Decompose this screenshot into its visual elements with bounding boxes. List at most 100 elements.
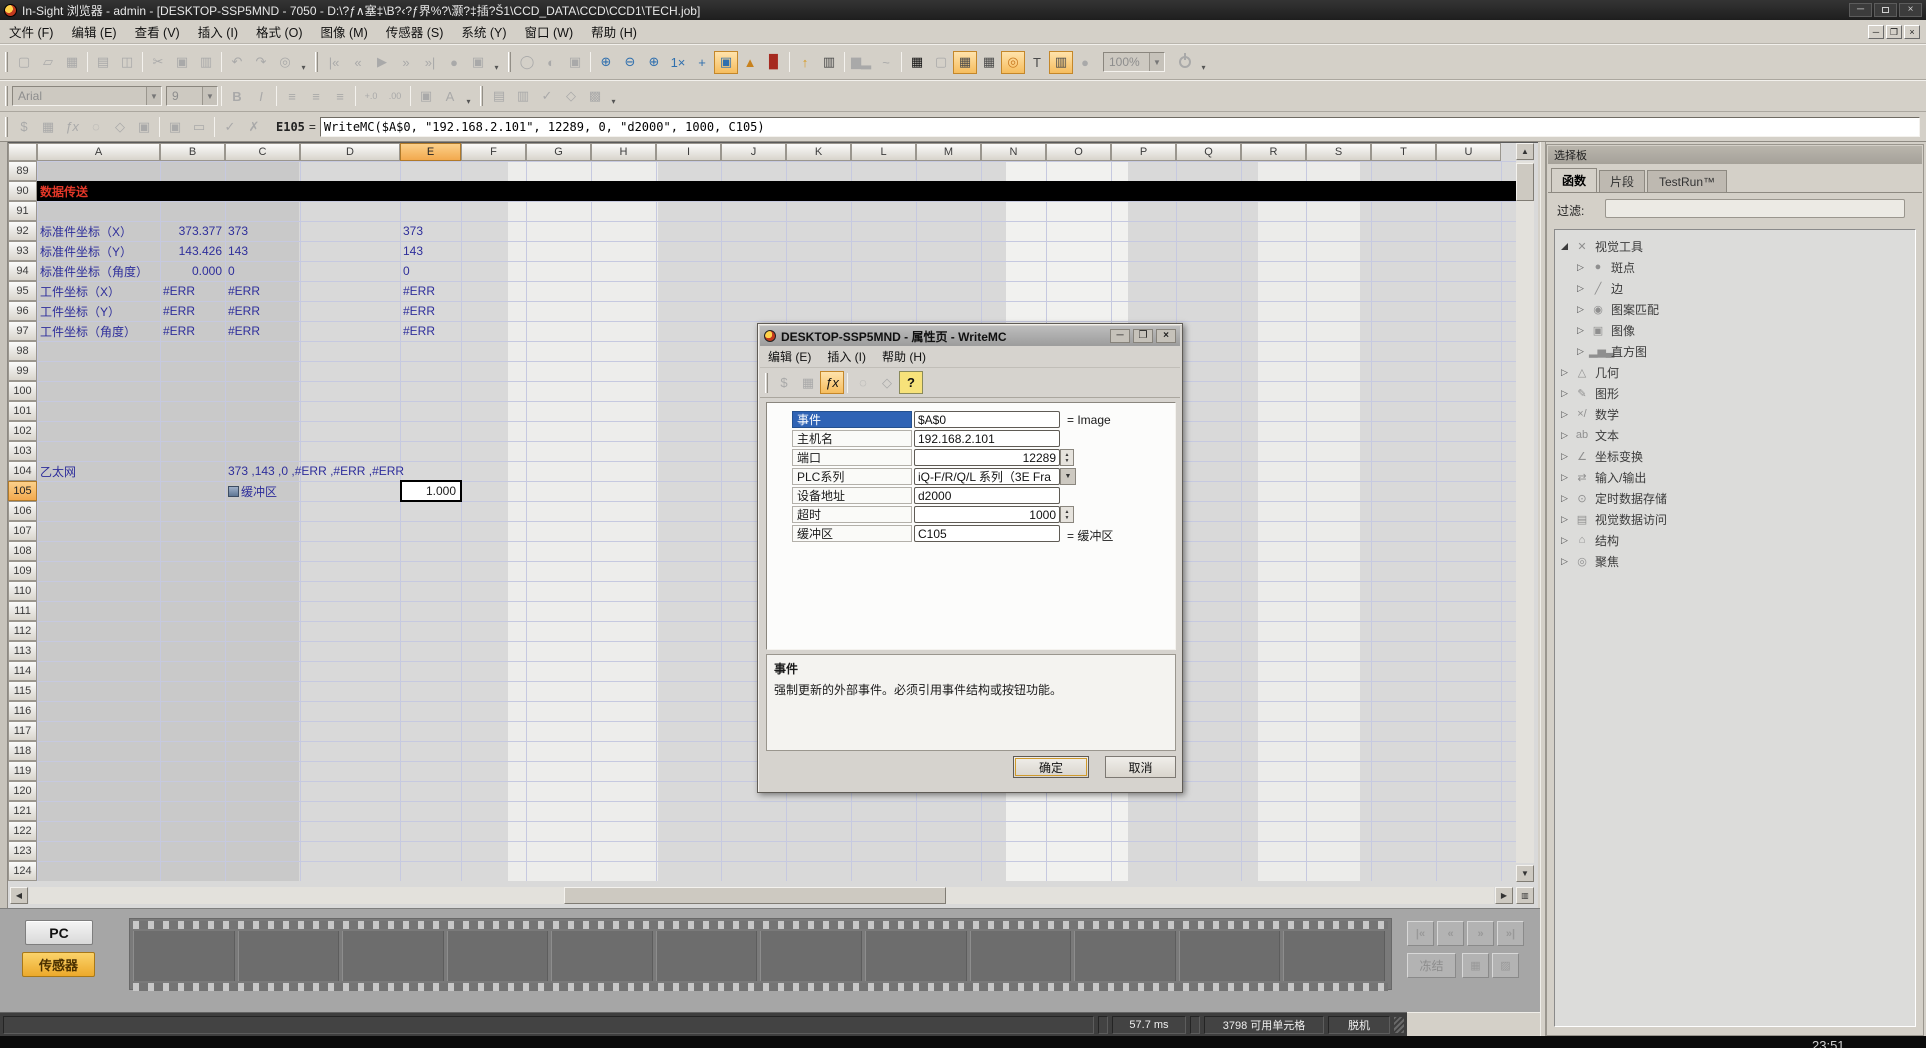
column-header-C[interactable]: C <box>225 143 300 161</box>
column-header-A[interactable]: A <box>37 143 160 161</box>
find-icon[interactable]: ◎ <box>273 51 297 74</box>
copy-icon[interactable]: ▣ <box>170 51 194 74</box>
tree-item-structure[interactable]: ▷⌂结构 <box>1561 530 1619 550</box>
expand-icon[interactable]: ◇ <box>875 371 899 394</box>
cell-wizard-icon[interactable]: ▩ <box>583 85 607 108</box>
toolbar-overflow-chevron[interactable]: ▾ <box>490 51 503 74</box>
tv-icon[interactable]: ▢ <box>929 51 953 74</box>
dec-add-icon[interactable]: +.0 <box>359 85 383 108</box>
tree-item-pattern[interactable]: ▷◉图案匹配 <box>1577 299 1659 319</box>
collapse-arrow-icon[interactable]: ▷ <box>1561 535 1573 546</box>
row-header-90[interactable]: 90 <box>8 181 37 201</box>
menu-item-0[interactable]: 文件 (F) <box>0 19 62 44</box>
restore-button[interactable] <box>1874 3 1897 17</box>
row-header-97[interactable]: 97 <box>8 321 37 341</box>
zoom-out-icon[interactable]: ⊖ <box>618 51 642 74</box>
film-frame-2[interactable] <box>342 931 444 981</box>
field-value-1[interactable]: 192.168.2.101 <box>914 430 1060 447</box>
cell-A96[interactable]: 工件坐标（Y） <box>37 301 160 321</box>
mdi-restore-button[interactable]: ❐ <box>1886 25 1902 39</box>
tree-item-blob[interactable]: ▷●斑点 <box>1577 257 1635 277</box>
combo-drop-icon[interactable]: ▼ <box>202 87 217 105</box>
row-header-92[interactable]: 92 <box>8 221 37 241</box>
column-header-M[interactable]: M <box>916 143 981 161</box>
dec-sub-icon[interactable]: .00 <box>383 85 407 108</box>
pan-icon[interactable]: ▲ <box>738 51 762 74</box>
zoom-1x-icon[interactable]: 1× <box>666 51 690 74</box>
chart-icon[interactable]: ▆▂ <box>848 51 874 74</box>
cell-A104[interactable]: 乙太网 <box>37 461 160 481</box>
expand-arrow-icon[interactable] <box>1561 243 1568 250</box>
field-label-0[interactable]: 事件 <box>792 411 912 428</box>
camera-icon[interactable]: ▣ <box>563 51 587 74</box>
formula-check-icon[interactable]: ✓ <box>535 85 559 108</box>
collapse-arrow-icon[interactable]: ▷ <box>1561 493 1573 504</box>
nav-last-button[interactable]: »| <box>1497 921 1524 946</box>
locate-icon[interactable]: ◎ <box>1001 51 1025 74</box>
menu-item-8[interactable]: 窗口 (W) <box>516 19 583 44</box>
tab-函数[interactable]: 函数 <box>1551 168 1597 192</box>
tab-片段[interactable]: 片段 <box>1599 170 1645 192</box>
field-value-4[interactable]: d2000 <box>914 487 1060 504</box>
row-header-117[interactable]: 117 <box>8 721 37 741</box>
cell-B92[interactable]: 373.377 <box>160 221 225 241</box>
zoom-region-icon[interactable]: ▣ <box>714 51 738 74</box>
row-header-103[interactable]: 103 <box>8 441 37 461</box>
field-value-0[interactable]: $A$0 <box>914 411 1060 428</box>
field-value-2[interactable]: 12289 <box>914 449 1060 466</box>
italic-icon[interactable]: I <box>249 85 273 108</box>
collapse-arrow-icon[interactable]: ▷ <box>1577 304 1589 315</box>
cell-A93[interactable]: 标准件坐标（Y） <box>37 241 160 261</box>
scroll-corner-button[interactable]: ▥ <box>1516 887 1534 904</box>
row-header-114[interactable]: 114 <box>8 661 37 681</box>
field-value-3[interactable]: iQ-F/R/Q/L 系列（3E Fra <box>914 468 1060 485</box>
film-column-icon[interactable]: ▥ <box>817 51 841 74</box>
nav-play-icon[interactable]: ▶ <box>370 51 394 74</box>
align-right-icon[interactable]: ≡ <box>328 85 352 108</box>
align-left-icon[interactable]: ≡ <box>280 85 304 108</box>
dollar-icon[interactable]: $ <box>772 371 796 394</box>
minimize-button[interactable]: ─ <box>1849 3 1872 17</box>
sensor-button[interactable]: 传感器 <box>22 952 95 977</box>
cancel-button[interactable]: 取消 <box>1105 756 1176 778</box>
row-header-107[interactable]: 107 <box>8 521 37 541</box>
tree-item-timer[interactable]: ▷⊙定时数据存储 <box>1561 488 1667 508</box>
column-header-J[interactable]: J <box>721 143 786 161</box>
cell-C96[interactable]: #ERR <box>225 301 300 321</box>
column-header-Q[interactable]: Q <box>1176 143 1241 161</box>
field-value-5[interactable]: 1000 <box>914 506 1060 523</box>
row-header-123[interactable]: 123 <box>8 841 37 861</box>
formula-input[interactable]: WriteMC($A$0, "192.168.2.101", 12289, 0,… <box>320 117 1920 137</box>
dialog-menu-item-1[interactable]: 插入 (I) <box>819 346 874 367</box>
power-icon[interactable] <box>1173 51 1197 74</box>
collapse-arrow-icon[interactable]: ▷ <box>1561 409 1573 420</box>
dialog-title-bar[interactable]: DESKTOP-SSP5MND - 属性页 - WriteMC ─ ❐ × <box>760 326 1180 346</box>
record-icon[interactable]: ● <box>442 51 466 74</box>
column-header-F[interactable]: F <box>461 143 526 161</box>
dialog-menu-item-0[interactable]: 编辑 (E) <box>760 346 819 367</box>
state-diamond-icon[interactable]: ◇ <box>559 85 583 108</box>
zoom-level-combo[interactable]: 100%▼ <box>1103 52 1165 72</box>
tree-item-text[interactable]: ▷ab文本 <box>1561 425 1619 445</box>
vscroll-up-button[interactable]: ▲ <box>1516 143 1534 160</box>
film-frame-11[interactable] <box>1283 931 1385 981</box>
column-header-K[interactable]: K <box>786 143 851 161</box>
vscroll-down-button[interactable]: ▼ <box>1516 865 1534 882</box>
grid-light-icon[interactable]: ▦ <box>953 51 977 74</box>
menu-item-4[interactable]: 格式 (O) <box>247 19 312 44</box>
row-header-101[interactable]: 101 <box>8 401 37 421</box>
cell-C104[interactable]: 373 ,143 ,0 ,#ERR ,#ERR ,#ERR <box>225 461 645 481</box>
lasso-icon[interactable]: ◌ <box>851 371 875 394</box>
cell-B95[interactable]: #ERR <box>160 281 225 301</box>
expand-icon[interactable]: ◇ <box>108 115 132 138</box>
cell-A92[interactable]: 标准件坐标（X） <box>37 221 160 241</box>
column-header-H[interactable]: H <box>591 143 656 161</box>
tree-item-math[interactable]: ▷×/数学 <box>1561 404 1619 424</box>
cell-E94[interactable]: 0 <box>400 261 461 281</box>
film-frame-8[interactable] <box>970 931 1072 981</box>
combo-drop-icon[interactable]: ▼ <box>1149 53 1164 71</box>
pc-button[interactable]: PC <box>25 920 93 945</box>
collapse-arrow-icon[interactable]: ▷ <box>1561 472 1573 483</box>
snapshot-icon[interactable]: ▣ <box>466 51 490 74</box>
help-icon[interactable]: ? <box>899 371 923 394</box>
